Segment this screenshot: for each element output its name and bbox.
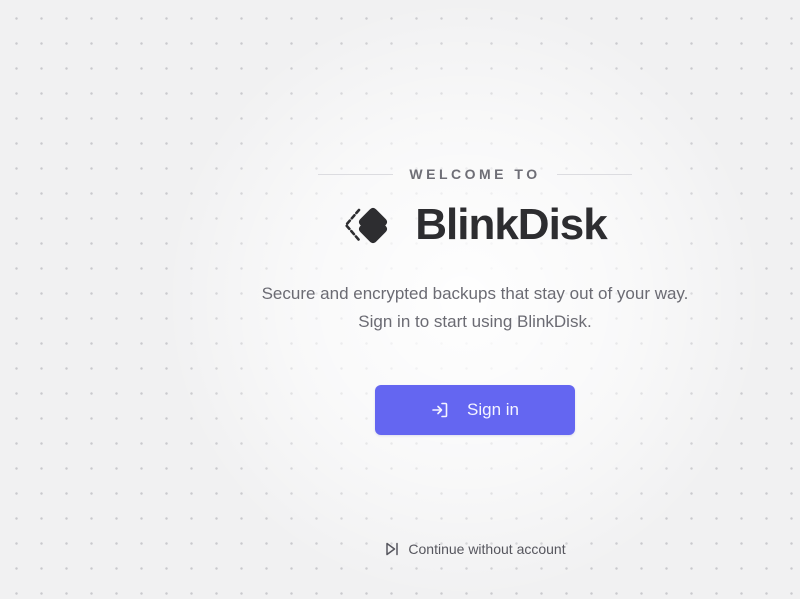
tagline: Secure and encrypted backups that stay o… bbox=[261, 284, 689, 331]
continue-without-account-link[interactable]: Continue without account bbox=[250, 539, 700, 559]
brand: BlinkDisk bbox=[250, 198, 700, 252]
blinkdisk-logo-icon bbox=[344, 207, 388, 244]
welcome-divider-right bbox=[556, 173, 632, 175]
continue-label: Continue without account bbox=[408, 541, 566, 557]
welcome-label: WELCOME TO bbox=[409, 166, 541, 182]
welcome-heading: WELCOME TO bbox=[250, 164, 700, 184]
welcome-divider-left bbox=[318, 173, 394, 175]
skip-forward-icon bbox=[386, 542, 399, 556]
brand-name: BlinkDisk bbox=[415, 200, 608, 249]
sign-in-label: Sign in bbox=[467, 400, 519, 419]
sign-in-button[interactable]: Sign in bbox=[375, 385, 575, 435]
sign-in-icon bbox=[432, 402, 448, 418]
welcome-panel: WELCOME TO BlinkDisk Secure and encrypte… bbox=[250, 0, 700, 599]
